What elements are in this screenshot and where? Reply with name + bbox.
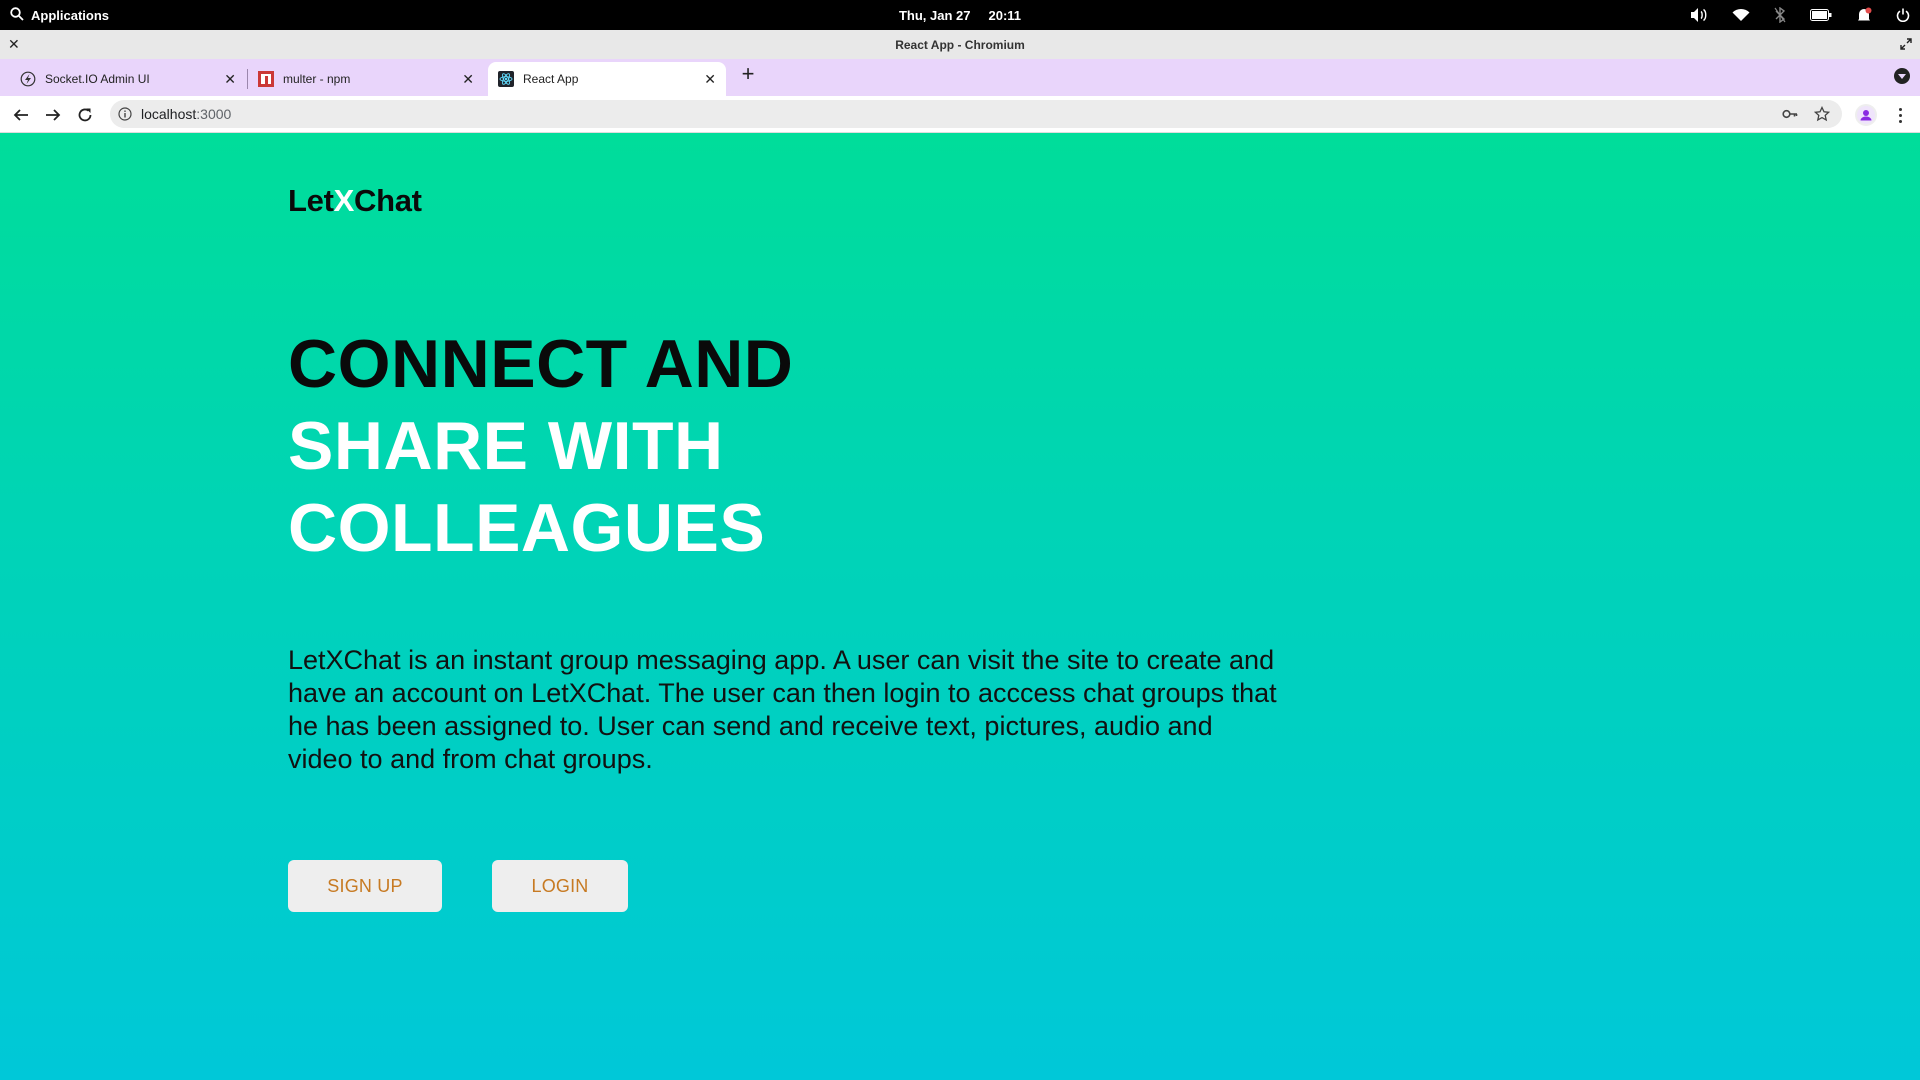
logo-x: X xyxy=(333,183,355,218)
logo-chat: Chat xyxy=(354,183,422,218)
search-icon xyxy=(10,6,24,24)
tab-search-chevron-icon[interactable] xyxy=(1894,68,1910,84)
app-description: LetXChat is an instant group messaging a… xyxy=(288,645,1277,774)
login-button[interactable]: LOGIN xyxy=(492,860,628,912)
headline-line-3: COLLEAGUES xyxy=(288,490,766,566)
logo-let: Let xyxy=(288,183,334,218)
app-logo[interactable]: LetXChat xyxy=(288,183,422,219)
profile-avatar-icon[interactable] xyxy=(1855,104,1877,126)
clock-date: Thu, Jan 27 xyxy=(898,7,971,23)
bookmark-star-icon[interactable] xyxy=(1813,105,1831,125)
url-port: :3000 xyxy=(196,106,232,122)
tab-react-app[interactable]: React App ✕ xyxy=(488,62,726,96)
power-icon[interactable] xyxy=(1896,8,1910,22)
npm-favicon-icon xyxy=(258,71,274,87)
browser-toolbar: localhost :3000 xyxy=(0,96,1920,133)
socketio-favicon-icon xyxy=(20,71,36,87)
tab-label: multer - npm xyxy=(283,72,351,86)
browser-menu-icon[interactable] xyxy=(1892,104,1908,126)
hero-headline: CONNECT AND SHARE WITH COLLEAGUES xyxy=(288,323,793,569)
react-favicon-icon xyxy=(498,71,514,87)
bluetooth-off-icon[interactable] xyxy=(1774,7,1786,23)
tab-close-icon[interactable]: ✕ xyxy=(462,71,474,87)
tab-label: Socket.IO Admin UI xyxy=(45,72,150,86)
new-tab-plus-icon[interactable]: + xyxy=(738,63,758,85)
window-title-bar: ✕ React App - Chromium xyxy=(0,30,1920,59)
window-title: React App - Chromium xyxy=(895,37,1025,52)
battery-icon[interactable] xyxy=(1810,9,1832,21)
address-bar[interactable]: localhost :3000 xyxy=(110,100,1842,128)
tab-label: React App xyxy=(523,72,579,86)
url-host: localhost xyxy=(141,106,197,122)
back-arrow-icon[interactable] xyxy=(11,105,31,125)
headline-line-1: CONNECT AND xyxy=(288,326,794,402)
tab-multer-npm[interactable]: multer - npm ✕ xyxy=(248,62,484,96)
key-icon[interactable] xyxy=(1782,106,1798,125)
notification-icon[interactable] xyxy=(1856,7,1872,23)
reload-icon[interactable] xyxy=(75,105,95,125)
wifi-icon[interactable] xyxy=(1732,8,1750,22)
forward-arrow-icon[interactable] xyxy=(43,105,63,125)
tab-strip: Socket.IO Admin UI ✕ multer - npm ✕ Reac… xyxy=(0,59,1920,96)
tab-close-icon[interactable]: ✕ xyxy=(704,71,716,87)
clock-time: 20:11 xyxy=(988,7,1022,23)
system-tray[interactable] xyxy=(1690,0,1910,30)
headline-line-2: SHARE WITH xyxy=(288,408,724,484)
system-top-bar: Applications Thu, Jan 27 20:11 xyxy=(0,0,1920,30)
volume-icon[interactable] xyxy=(1690,7,1708,23)
site-info-icon[interactable] xyxy=(118,107,132,121)
tab-close-icon[interactable]: ✕ xyxy=(224,71,236,87)
tab-socketio-admin[interactable]: Socket.IO Admin UI ✕ xyxy=(0,62,246,96)
applications-label: Applications xyxy=(31,7,110,23)
applications-menu[interactable]: Applications xyxy=(10,0,109,30)
signup-button[interactable]: SIGN UP xyxy=(288,860,442,912)
clock[interactable]: Thu, Jan 27 20:11 xyxy=(0,0,1920,30)
landing-page: LetXChat CONNECT AND SHARE WITH COLLEAGU… xyxy=(0,133,1920,1080)
window-restore-icon[interactable] xyxy=(1900,37,1912,55)
